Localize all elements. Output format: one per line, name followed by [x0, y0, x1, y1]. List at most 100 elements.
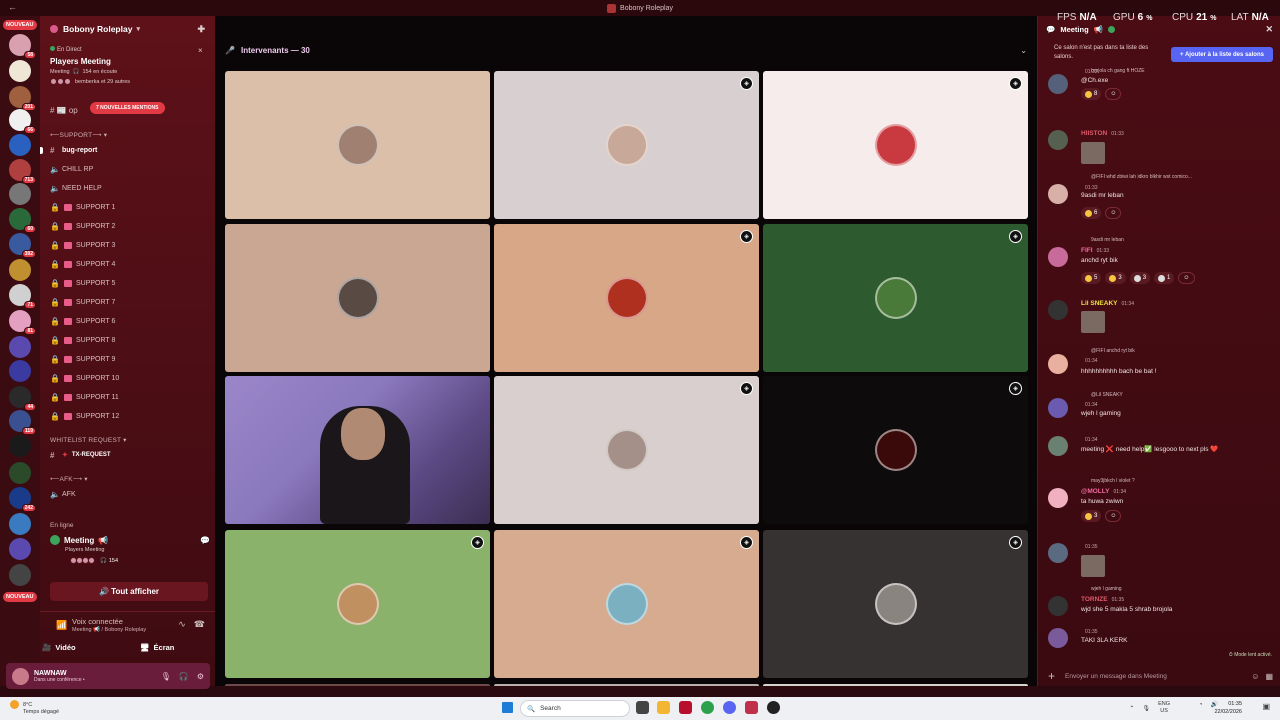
channel-row[interactable]: 🔒 SUPPORT 7	[50, 294, 205, 310]
show-all-button[interactable]: 🔊 Tout afficher	[50, 582, 208, 601]
message-input[interactable]: + Envoyer un message dans Meeting ☺ ▦	[1048, 666, 1273, 686]
add-reaction-icon[interactable]: ☺	[1105, 207, 1122, 219]
discord-icon[interactable]	[723, 701, 736, 714]
shield-icon[interactable]: ◈	[1009, 536, 1022, 549]
participant-tile[interactable]: ◈	[494, 224, 759, 372]
server-icon[interactable]	[9, 183, 31, 205]
avatar[interactable]	[1048, 628, 1068, 648]
reaction-pill[interactable]: 1	[1154, 272, 1175, 284]
file-explorer-icon[interactable]	[657, 701, 670, 714]
close-icon[interactable]: ×	[198, 46, 203, 55]
add-reaction-icon[interactable]: ☺	[1105, 88, 1122, 100]
disconnect-icon[interactable]: ☎	[194, 619, 205, 630]
channel-row[interactable]: 🔒 SUPPORT 1	[50, 199, 205, 215]
participant-tile[interactable]	[225, 71, 490, 219]
avatar[interactable]	[1048, 184, 1068, 204]
category-support[interactable]: ⟵SUPPORT⟶ ▾	[50, 131, 107, 139]
server-icon[interactable]: 44	[9, 386, 36, 411]
channel-row[interactable]: 🔒 SUPPORT 3	[50, 237, 205, 253]
participant-tile[interactable]: ◈	[225, 530, 490, 678]
message-author[interactable]: Lil SNEAKY 01:34	[1081, 300, 1134, 307]
system-tray[interactable]: ⌃ 🎙 ENG US	[1129, 701, 1170, 715]
author-name[interactable]: HIISTON	[1081, 130, 1107, 137]
avatar[interactable]	[1048, 130, 1068, 150]
server-icon[interactable]: 81	[9, 310, 36, 335]
reply-preview[interactable]: @Lil SNEAKY	[1091, 392, 1123, 398]
server-icon[interactable]	[9, 134, 31, 156]
reaction-pill[interactable]: 8	[1081, 88, 1102, 100]
reaction-pill[interactable]: 6	[1081, 207, 1102, 219]
server-icon[interactable]	[9, 462, 31, 484]
avatar[interactable]	[1048, 74, 1068, 94]
back-arrow-icon[interactable]: ←	[8, 2, 17, 12]
shield-icon[interactable]: ◈	[1009, 230, 1022, 243]
participant-tile[interactable]: ◈	[494, 71, 759, 219]
clock[interactable]: 01:35 22/02/2026	[1214, 700, 1242, 716]
avatar[interactable]	[1048, 300, 1068, 320]
category-whitelist[interactable]: WHITELIST REQUEST ▾	[50, 436, 127, 444]
server-icon[interactable]: 713	[9, 159, 36, 184]
participant-tile[interactable]: ◈	[763, 376, 1028, 524]
channel-row[interactable]: 🔒 SUPPORT 5	[50, 275, 205, 291]
avatar[interactable]	[1048, 488, 1068, 508]
channel-row[interactable]: 🔈 NEED HELP	[50, 180, 205, 196]
start-button[interactable]	[502, 702, 513, 713]
channel-row[interactable]: 🔈 CHILL RP	[50, 161, 205, 177]
author-name[interactable]: FIFI	[1081, 247, 1093, 254]
reaction-pill[interactable]: 5	[1081, 272, 1102, 284]
server-icon[interactable]: 392	[9, 233, 36, 258]
screen-share-button[interactable]: 🖥 Écran	[140, 638, 174, 656]
reply-preview[interactable]: @FIFI anchd ryt bik	[1091, 348, 1135, 354]
new-mentions-pill[interactable]: 7 NOUVELLES MENTIONS	[90, 102, 165, 114]
server-icon[interactable]: 71	[9, 284, 36, 309]
author-name[interactable]: TORNZE	[1081, 596, 1108, 603]
text-channel-row[interactable]: # 📰 op	[50, 106, 78, 115]
task-view-icon[interactable]	[636, 701, 649, 714]
server-icon[interactable]	[9, 360, 31, 382]
plus-icon[interactable]: +	[1048, 669, 1055, 683]
guild-header[interactable]: Bobony Roleplay ▾ ✚	[40, 16, 215, 42]
app-icon[interactable]	[679, 701, 692, 714]
participant-tile[interactable]	[225, 224, 490, 372]
shield-icon[interactable]: ◈	[471, 536, 484, 549]
headset-icon[interactable]: 🎧	[179, 672, 189, 681]
server-icon[interactable]	[9, 513, 31, 535]
avatar[interactable]	[1048, 436, 1068, 456]
message-author[interactable]: TORNZE 01:35	[1081, 596, 1124, 603]
image-attachment[interactable]	[1081, 555, 1105, 577]
emoji-icon[interactable]: ☺	[1251, 672, 1259, 681]
reply-preview[interactable]: 9asdi mr leban	[1091, 237, 1124, 243]
category-afk[interactable]: ⟵AFK⟶ ▾	[50, 475, 88, 483]
participant-tile[interactable]: ◈	[763, 224, 1028, 372]
channel-row[interactable]: 🔒 SUPPORT 12	[50, 408, 205, 424]
gear-icon[interactable]: ⚙	[197, 672, 204, 681]
channel-afk[interactable]: 🔈 AFK	[50, 486, 205, 502]
app-icon[interactable]	[745, 701, 758, 714]
avatar[interactable]	[12, 667, 29, 685]
video-button[interactable]: 🎥 Vidéo	[42, 638, 76, 656]
chat-bubble-icon[interactable]: 💬	[200, 536, 210, 545]
reply-preview[interactable]: @FIFI whd zbiwi lah idkro blkhir wst com…	[1091, 174, 1192, 180]
server-icon[interactable]: 119	[9, 410, 36, 435]
shield-icon[interactable]: ◈	[740, 77, 753, 90]
channel-row[interactable]: 🔒 SUPPORT 4	[50, 256, 205, 272]
message-author[interactable]: 01:34	[1081, 401, 1098, 408]
shield-icon[interactable]: ◈	[1009, 382, 1022, 395]
chevron-down-icon[interactable]: ⌄	[1020, 46, 1027, 55]
message-author[interactable]: 01:35	[1081, 543, 1098, 550]
participant-tile[interactable]	[763, 684, 1028, 686]
server-icon[interactable]	[9, 435, 31, 457]
channel-row[interactable]: 🔒 SUPPORT 8	[50, 332, 205, 348]
soundboard-icon[interactable]: ∿	[178, 619, 186, 630]
message-author[interactable]: HIISTON 01:33	[1081, 130, 1124, 137]
avatar[interactable]	[1048, 247, 1068, 267]
message-author[interactable]: 01:34	[1081, 357, 1098, 364]
add-reaction-icon[interactable]: ☺	[1105, 510, 1122, 522]
image-attachment[interactable]	[1081, 142, 1105, 164]
server-icon[interactable]	[9, 60, 31, 82]
channel-row[interactable]: 🔒 SUPPORT 10	[50, 370, 205, 386]
live-event-card[interactable]: En Direct Players Meeting Meeting 🎧 154 …	[50, 46, 130, 85]
author-name[interactable]: @MOLLY	[1081, 488, 1110, 495]
obs-icon[interactable]	[767, 701, 780, 714]
server-icon[interactable]: 201	[9, 86, 36, 111]
